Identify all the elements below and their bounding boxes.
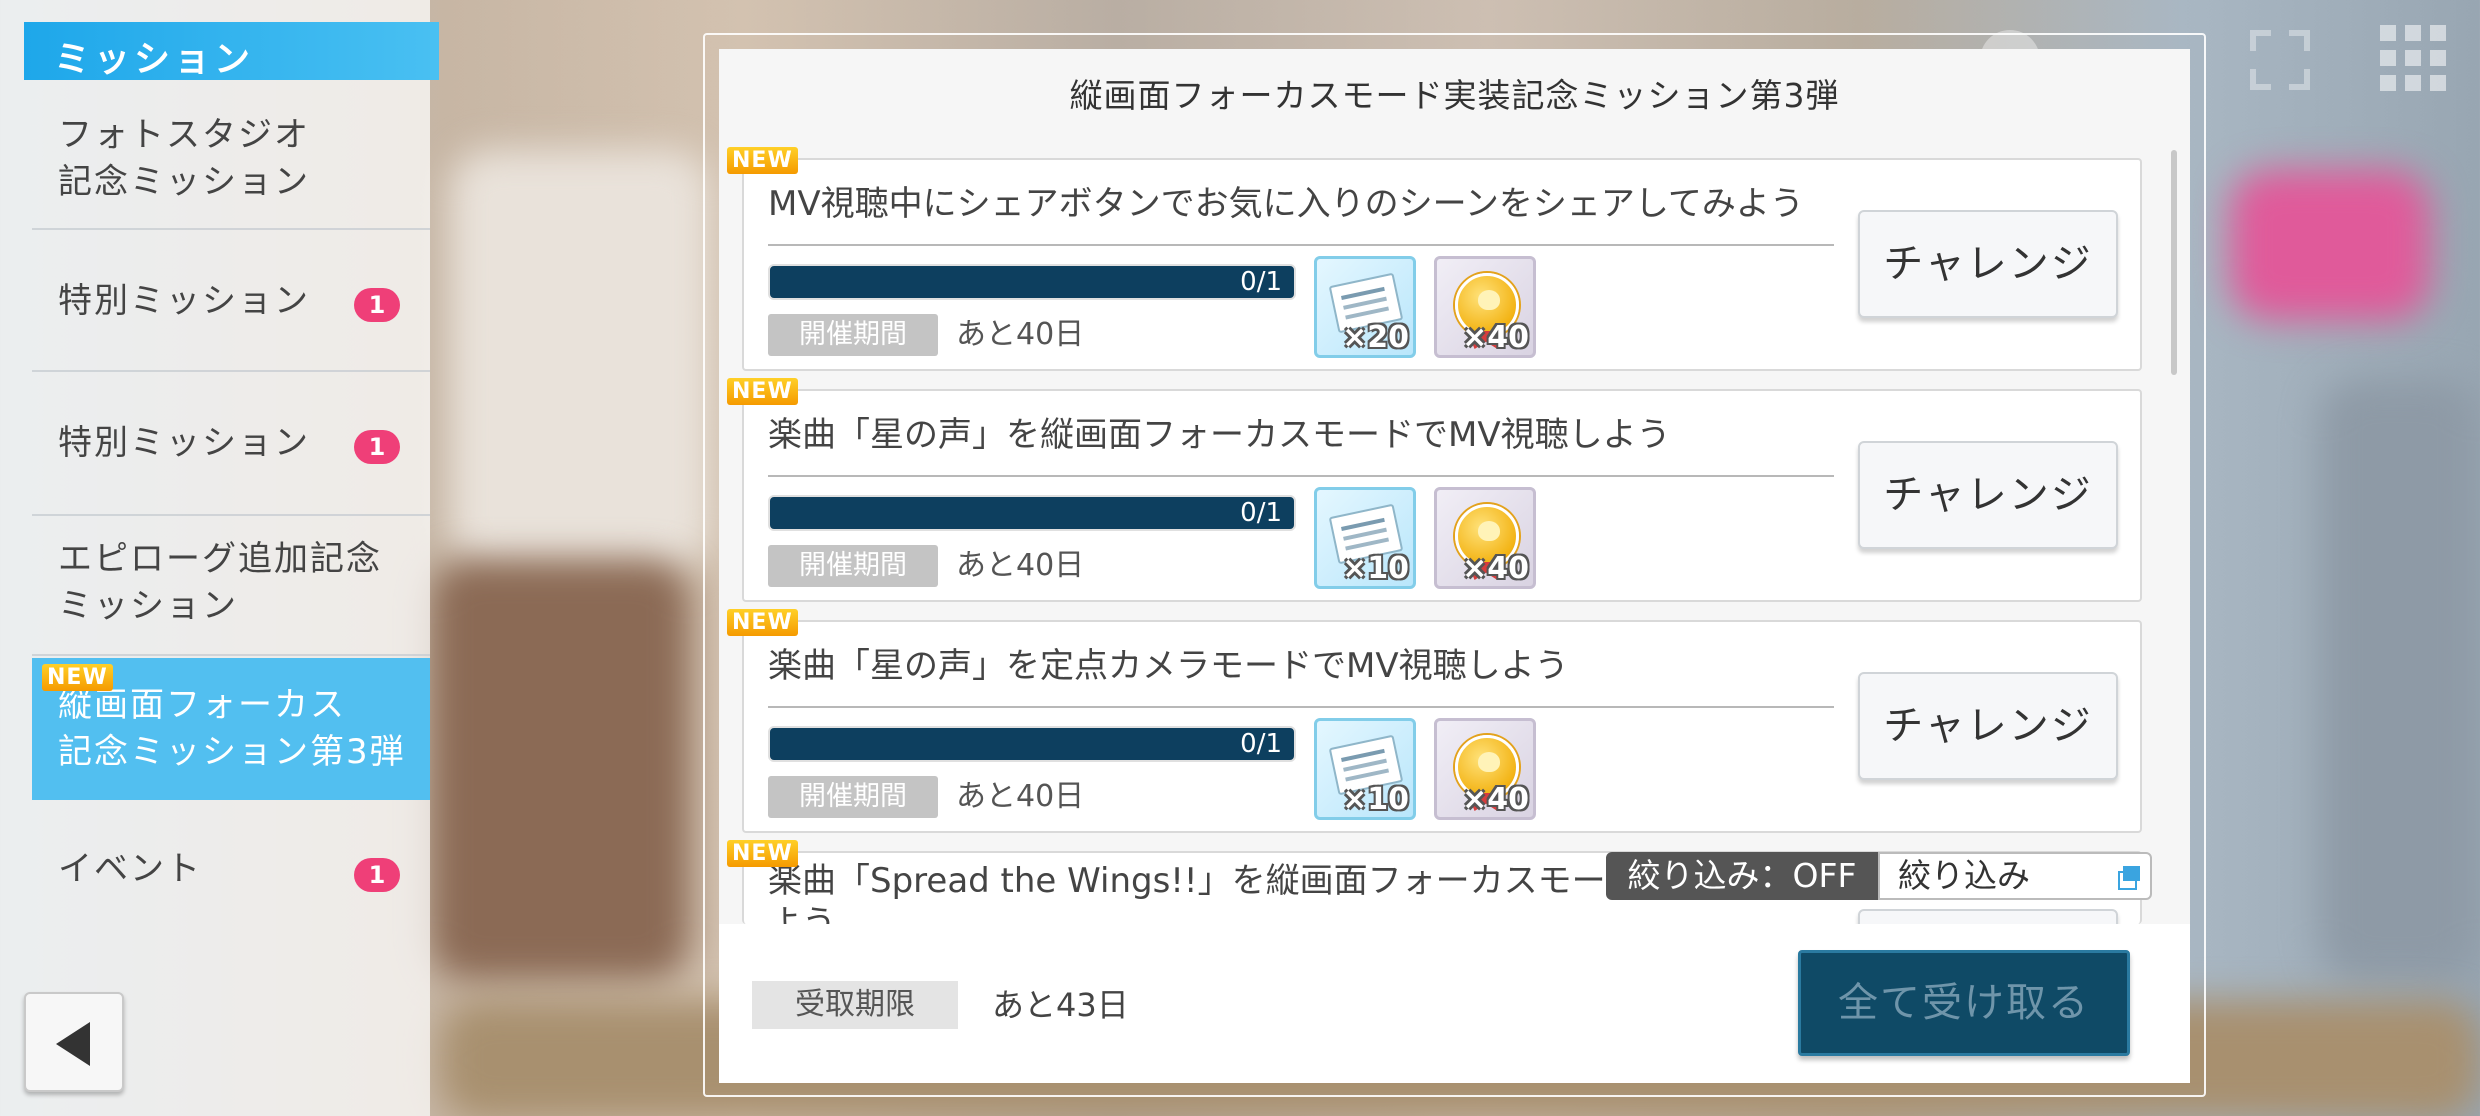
background-window-left [450, 150, 710, 570]
background-shelf [430, 560, 690, 980]
reward-quantity: ×40 [1462, 782, 1529, 817]
progress-text: 0/1 [1240, 498, 1282, 528]
new-tag: NEW [727, 147, 798, 174]
background-poster [2230, 170, 2430, 320]
popup-window-icon [2118, 866, 2140, 890]
divider [768, 244, 1834, 246]
challenge-button[interactable] [1858, 909, 2118, 924]
mission-title: 楽曲「星の声」を縦画面フォーカスモードでMV視聴しよう [768, 415, 1671, 455]
sidebar-item-label: 記念ミッション [58, 162, 310, 202]
scrollbar[interactable] [2171, 150, 2177, 375]
new-tag: NEW [42, 664, 113, 691]
sidebar-item-epilogue[interactable]: エピローグ追加記念 ミッション [32, 518, 430, 656]
mission-title: MV視聴中にシェアボタンでお気に入りのシーンをシェアしてみよう [768, 184, 1804, 224]
mission-card: 楽曲「星の声」を定点カメラモードでMV視聴しよう 0/1 開催期間 あと40日 … [742, 620, 2142, 833]
period-label: 開催期間 [768, 776, 938, 818]
period-value: あと40日 [956, 779, 1085, 814]
sidebar-item-label: ミッション [58, 586, 238, 626]
notification-badge: 1 [354, 430, 400, 464]
reward-quantity: ×10 [1342, 782, 1409, 817]
claim-all-button[interactable]: 全て受け取る [1798, 950, 2130, 1056]
divider [768, 706, 1834, 708]
sidebar-item-label: イベント [58, 849, 202, 889]
reward-quantity: ×40 [1462, 551, 1529, 586]
panel-title: 縦画面フォーカスモード実装記念ミッション第3弾 [1069, 76, 1840, 115]
period-label: 開催期間 [768, 314, 938, 356]
progress-bar: 0/1 [768, 726, 1296, 762]
reward-quantity: ×20 [1342, 320, 1409, 355]
sidebar-item-event[interactable]: イベント 1 [32, 802, 430, 942]
reward-coin[interactable]: ×40 [1434, 487, 1536, 589]
reward-quantity: ×40 [1462, 320, 1529, 355]
sidebar-item-special-2[interactable]: 特別ミッション 1 [32, 374, 430, 516]
deadline-label: 受取期限 [752, 981, 958, 1029]
period-value: あと40日 [956, 548, 1085, 583]
challenge-button[interactable]: チャレンジ [1858, 672, 2118, 780]
notification-badge: 1 [354, 858, 400, 892]
mission-title-line2: よう [768, 903, 836, 924]
filter-button[interactable]: 絞り込み [1878, 852, 2152, 900]
sidebar-item-photo-studio[interactable]: フォトスタジオ 記念ミッション [32, 108, 430, 230]
new-tag: NEW [727, 609, 798, 636]
new-tag: NEW [727, 378, 798, 405]
grid-menu-icon[interactable] [2380, 25, 2446, 91]
challenge-button[interactable]: チャレンジ [1858, 210, 2118, 318]
mission-card: 楽曲「星の声」を縦画面フォーカスモードでMV視聴しよう 0/1 開催期間 あと4… [742, 389, 2142, 602]
sidebar-item-special-1[interactable]: 特別ミッション 1 [32, 232, 430, 372]
progress-bar: 0/1 [768, 264, 1296, 300]
mission-title: 楽曲「Spread the Wings!!」を縦画面フォーカスモー [768, 861, 1606, 901]
reward-ticket[interactable]: ×20 [1314, 256, 1416, 358]
period-label: 開催期間 [768, 545, 938, 587]
sidebar-item-label: 特別ミッション [58, 423, 310, 463]
sidebar-item-label: 特別ミッション [58, 281, 310, 321]
new-tag: NEW [727, 840, 798, 867]
sidebar-item-label: フォトスタジオ [58, 115, 310, 155]
divider [768, 475, 1834, 477]
progress-bar: 0/1 [768, 495, 1296, 531]
fullscreen-icon[interactable] [2250, 30, 2310, 90]
reward-ticket[interactable]: ×10 [1314, 718, 1416, 820]
challenge-button[interactable]: チャレンジ [1858, 441, 2118, 549]
reward-ticket[interactable]: ×10 [1314, 487, 1416, 589]
reward-coin[interactable]: ×40 [1434, 256, 1536, 358]
back-button[interactable] [24, 992, 124, 1092]
sidebar-item-label: エピローグ追加記念 [58, 539, 382, 579]
background-fridge [2320, 380, 2480, 980]
sidebar-header: ミッション [24, 22, 439, 80]
filter-status: 絞り込み：OFF [1606, 852, 1878, 900]
notification-badge: 1 [354, 288, 400, 322]
progress-text: 0/1 [1240, 729, 1282, 759]
reward-coin[interactable]: ×40 [1434, 718, 1536, 820]
back-arrow-icon [56, 1022, 90, 1066]
mission-title: 楽曲「星の声」を定点カメラモードでMV視聴しよう [768, 646, 1569, 686]
period-value: あと40日 [956, 317, 1085, 352]
filter-button-label: 絞り込み [1898, 856, 2030, 895]
progress-text: 0/1 [1240, 267, 1282, 297]
sidebar-item-label: 記念ミッション第3弾 [58, 732, 406, 772]
deadline-value: あと43日 [992, 986, 1129, 1024]
reward-quantity: ×10 [1342, 551, 1409, 586]
mission-card: MV視聴中にシェアボタンでお気に入りのシーンをシェアしてみよう 0/1 開催期間… [742, 158, 2142, 371]
